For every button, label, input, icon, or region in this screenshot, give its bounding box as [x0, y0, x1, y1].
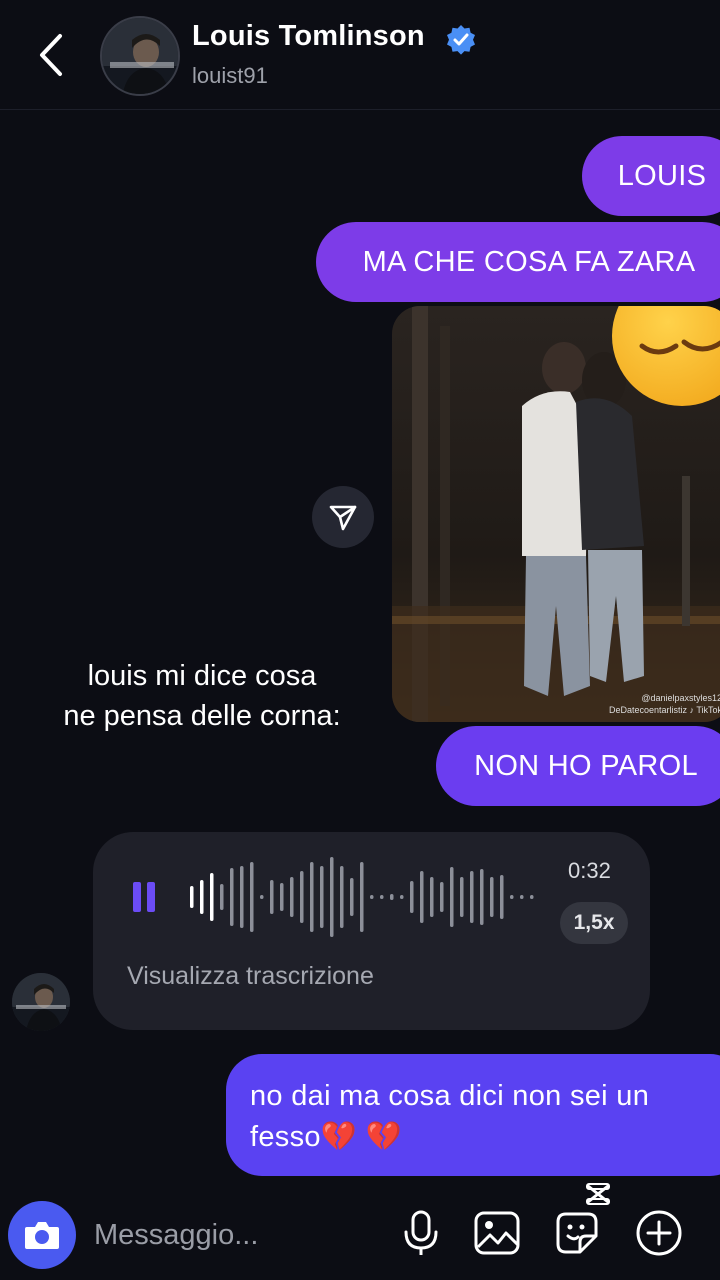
sticker-icon[interactable]: [552, 1208, 602, 1258]
message-text: no dai ma cosa dici non sei un fesso💔 💔: [250, 1080, 650, 1153]
waveform-bar: [460, 877, 464, 917]
waveform-bar: [210, 873, 214, 921]
waveform-bar: [310, 862, 314, 932]
capcut-icon: [586, 1183, 610, 1205]
waveform-bar: [430, 877, 434, 917]
sent-message[interactable]: LOUIS: [582, 136, 720, 216]
profile-avatar[interactable]: [100, 16, 180, 96]
waveform-bar: [500, 875, 504, 919]
playback-speed-button[interactable]: 1,5x: [560, 902, 628, 944]
waveform-bar: [420, 871, 424, 923]
shared-video-thumbnail[interactable]: @danielpaxstyles12 DeDatecoentarlistiz ♪…: [392, 306, 720, 722]
view-transcript-link[interactable]: Visualizza trascrizione: [127, 962, 374, 991]
waveform-bar: [530, 895, 534, 899]
waveform-bar: [510, 895, 514, 899]
voice-waveform[interactable]: [188, 852, 543, 942]
plus-icon[interactable]: [634, 1208, 684, 1258]
waveform-bar: [290, 877, 294, 917]
gallery-icon[interactable]: [472, 1208, 522, 1258]
sender-avatar[interactable]: [12, 973, 70, 1031]
camera-button[interactable]: [8, 1201, 76, 1269]
waveform-bar: [190, 886, 194, 908]
chat-header: Louis Tomlinson louist91: [0, 0, 720, 110]
waveform-bar: [200, 880, 204, 914]
waveform-bar: [490, 877, 494, 917]
message-text: MA CHE COSA FA ZARA: [362, 245, 696, 278]
waveform-bar: [360, 862, 364, 932]
camera-icon: [25, 1222, 59, 1249]
waveform-bar: [270, 880, 274, 914]
waveform-bar: [380, 895, 384, 899]
waveform-bar: [520, 895, 524, 899]
video-watermark: @danielpaxstyles12 DeDatecoentarlistiz ♪…: [608, 693, 720, 715]
waveform-bar: [250, 862, 254, 932]
waveform-bar: [480, 869, 484, 925]
waveform-bar: [350, 878, 354, 916]
waveform-bar: [230, 868, 234, 926]
microphone-icon[interactable]: [396, 1208, 446, 1258]
video-caption-overlay: louis mi dice cosa ne pensa delle corna:: [63, 660, 341, 732]
waveform-bar: [440, 882, 444, 912]
waveform-bar: [330, 857, 334, 937]
sent-message[interactable]: NON HO PAROL: [436, 726, 720, 806]
message-text: NON HO PAROL: [474, 749, 698, 782]
sent-message[interactable]: no dai ma cosa dici non sei un fesso💔 💔: [226, 1054, 720, 1176]
message-input[interactable]: [94, 1213, 384, 1257]
voice-duration: 0:32: [568, 858, 611, 883]
waveform-bar: [450, 867, 454, 927]
waveform-bar: [400, 895, 404, 899]
waveform-bar: [260, 895, 264, 899]
waveform-bar: [280, 883, 284, 911]
waveform-bar: [220, 884, 224, 910]
waveform-bar: [370, 895, 374, 899]
waveform-bar: [300, 871, 304, 923]
waveform-bar: [410, 881, 414, 913]
verified-badge-icon: [445, 24, 477, 56]
sent-message[interactable]: MA CHE COSA FA ZARA: [316, 222, 720, 302]
message-text: LOUIS: [617, 159, 707, 192]
waveform-bar: [320, 866, 324, 928]
contact-name: Louis Tomlinson: [192, 20, 425, 52]
waveform-bar: [240, 866, 244, 928]
waveform-bar: [340, 866, 344, 928]
back-arrow-icon[interactable]: [30, 30, 74, 80]
waveform-bar: [390, 894, 394, 900]
contact-handle: louist91: [192, 63, 268, 88]
waveform-bar: [470, 871, 474, 923]
pause-icon[interactable]: [131, 880, 157, 914]
share-icon[interactable]: [312, 486, 374, 548]
